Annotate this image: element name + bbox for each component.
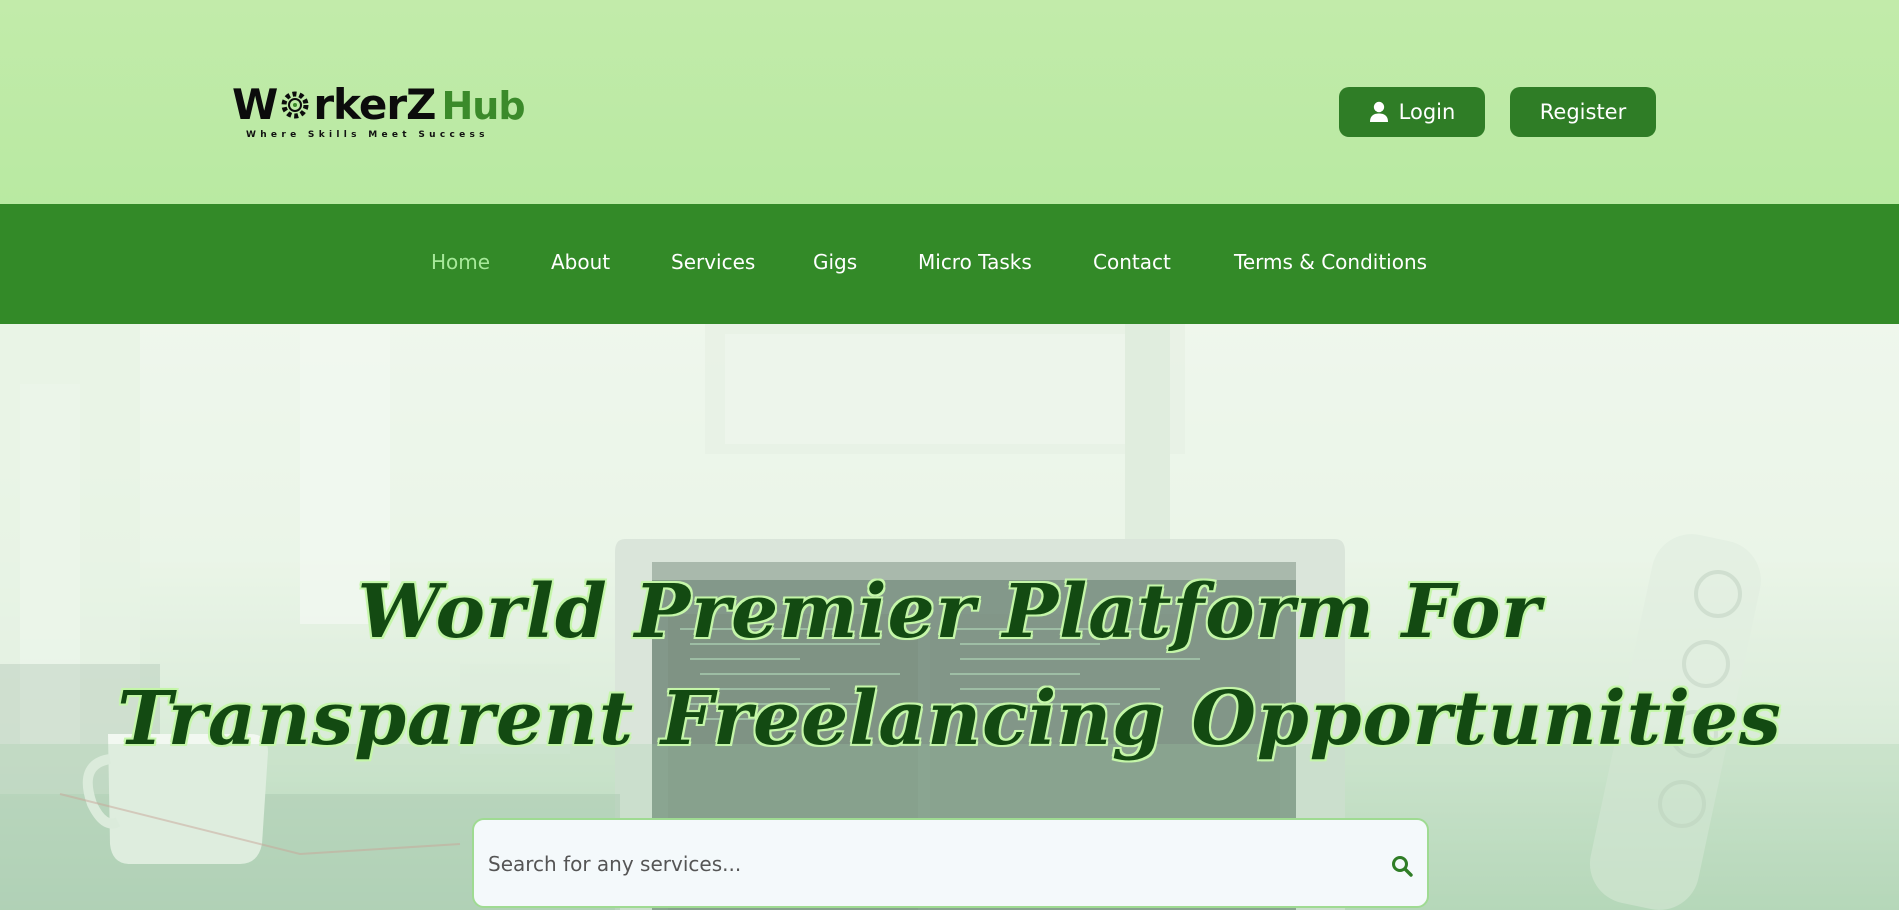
gear-icon [281,91,309,119]
main-nav: Home About Services Gigs Micro Tasks Con… [0,204,1899,324]
site-logo[interactable]: W rkerZ Hub Where Skills Meet Success [232,80,526,144]
logo-wordmark: W rkerZ Hub [232,80,526,131]
nav-item-home[interactable]: Home [431,250,490,274]
hero-section: World Premier Platform For Transparent F… [0,324,1899,910]
nav-item-terms[interactable]: Terms & Conditions [1234,250,1427,274]
register-button[interactable]: Register [1510,87,1656,137]
logo-main-prefix: W [232,80,278,129]
register-button-label: Register [1539,100,1627,124]
user-icon [1369,101,1388,122]
nav-item-services[interactable]: Services [671,250,755,274]
site-header: W rkerZ Hub Where Skills Meet Success Log… [0,0,1899,204]
nav-item-contact[interactable]: Contact [1093,250,1171,274]
nav-item-about[interactable]: About [551,250,610,274]
login-button-label: Login [1398,100,1456,124]
search-input[interactable] [488,846,1348,882]
hero-title-line-1: World Premier Platform For [357,569,1542,655]
login-button[interactable]: Login [1339,87,1485,137]
search-icon[interactable] [1391,855,1413,877]
hero-title-line-2: Transparent Freelancing Opportunities [117,676,1782,762]
logo-tagline: Where Skills Meet Success [246,130,489,140]
logo-hub-text: Hub [441,84,526,128]
nav-item-micro-tasks[interactable]: Micro Tasks [918,250,1032,274]
nav-item-gigs[interactable]: Gigs [813,250,857,274]
logo-main-suffix: rkerZ [313,80,436,129]
search-box [472,818,1429,908]
